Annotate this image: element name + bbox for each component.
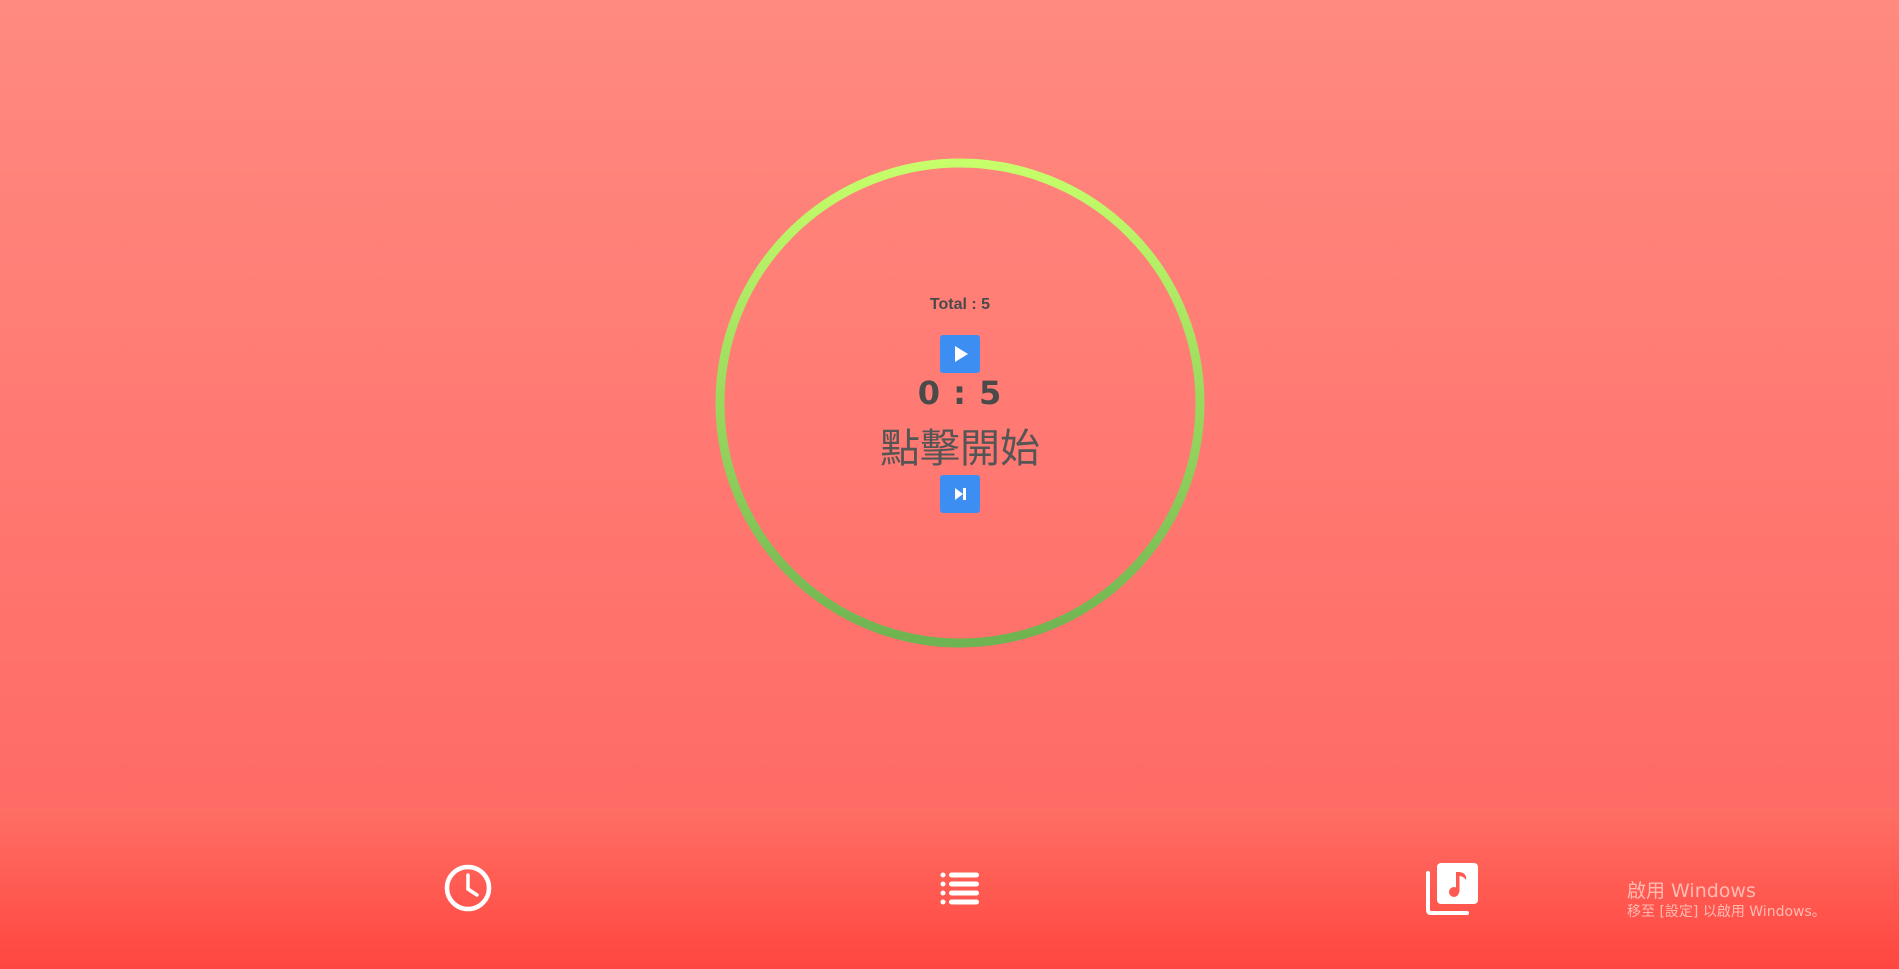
play-icon [955,346,968,362]
start-prompt[interactable]: 點擊開始 [760,416,1160,474]
music-library-icon [1426,863,1478,915]
skip-next-icon [955,488,966,500]
clock-icon [444,864,492,912]
timer-screen: Total : 5 0 : 5 點擊開始 [0,0,1899,807]
timer-center: Total : 5 0 : 5 點擊開始 [760,290,1160,520]
skip-next-button[interactable] [940,475,980,513]
windows-activation-subtitle: 移至 [設定] 以啟用 Windows。 [1627,904,1826,920]
nav-timer[interactable] [438,858,498,918]
nav-music[interactable] [1423,858,1483,918]
time-display: 0 : 5 [917,374,1003,412]
nav-list[interactable] [930,858,990,918]
play-button[interactable] [940,335,980,373]
total-label: Total : 5 [929,296,991,313]
list-icon [940,872,979,905]
windows-activation-title: 啟用 Windows [1627,880,1756,902]
bottom-nav [0,807,1899,969]
